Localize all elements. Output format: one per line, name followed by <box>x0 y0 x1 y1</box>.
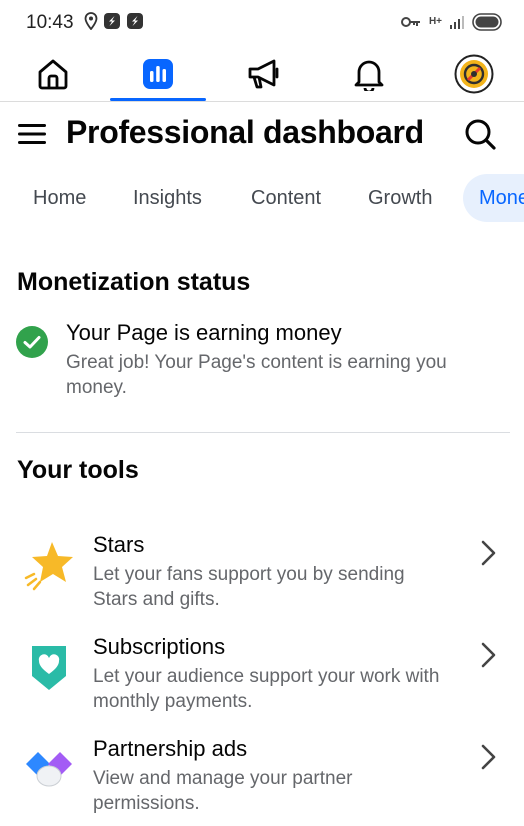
profile-avatar <box>454 54 494 94</box>
tool-name: Stars <box>93 532 145 557</box>
bell-icon <box>354 60 384 91</box>
megaphone-icon <box>248 59 279 89</box>
status-left-icons <box>84 12 144 30</box>
tool-description: Let your audience support your work with… <box>93 666 440 712</box>
nav-notifications[interactable] <box>321 46 417 102</box>
top-nav-bar <box>0 46 524 102</box>
search-button[interactable] <box>462 116 498 152</box>
tab-content[interactable]: Content <box>235 174 337 222</box>
tab-monetization[interactable]: Mone <box>463 174 524 222</box>
hamburger-menu-icon <box>18 124 46 144</box>
status-bar: 10:43 H+ <box>0 0 524 46</box>
chevron-right-icon <box>481 744 496 770</box>
page-header: Professional dashboard <box>0 104 524 166</box>
page-title: Professional dashboard <box>66 114 424 150</box>
home-icon <box>38 59 68 90</box>
tool-description: View and manage your partner permissions… <box>93 768 353 814</box>
tools-section-title: Your tools <box>17 456 139 484</box>
location-icon <box>84 12 98 30</box>
dashboard-tabs: Home Insights Content Growth Mone <box>0 174 524 224</box>
app-notification-icon <box>127 13 143 29</box>
menu-button[interactable] <box>16 118 48 150</box>
status-right-icons: H+ <box>400 13 502 31</box>
partnership-icon <box>26 752 72 787</box>
monetization-section-title: Monetization status <box>17 268 251 296</box>
tool-partnership-ads[interactable]: Partnership ads View and manage your par… <box>0 736 524 826</box>
tool-description: Let your fans support you by sending Sta… <box>93 564 405 610</box>
battery-icon <box>472 13 502 31</box>
search-icon <box>465 119 496 150</box>
vpn-key-icon <box>400 17 420 27</box>
heart-badge-icon <box>32 646 66 690</box>
check-circle-icon <box>16 326 48 358</box>
hplus-data-icon: H+ <box>428 16 442 27</box>
tool-stars[interactable]: Stars Let your fans support you by sendi… <box>0 532 524 628</box>
tool-subscriptions[interactable]: Subscriptions Let your audience support … <box>0 634 524 730</box>
tab-growth[interactable]: Growth <box>352 174 448 222</box>
status-heading: Your Page is earning money <box>66 320 342 345</box>
nav-profile[interactable] <box>426 46 522 102</box>
status-time: 10:43 <box>26 12 74 33</box>
app-notification-icon <box>104 13 120 29</box>
nav-active-indicator <box>110 98 206 101</box>
status-description: Great job! Your Page's content is earnin… <box>66 352 447 398</box>
chevron-right-icon <box>481 642 496 668</box>
tab-home[interactable]: Home <box>17 174 102 222</box>
nav-ads[interactable] <box>216 46 312 102</box>
signal-icon <box>450 16 464 29</box>
nav-home[interactable] <box>5 46 101 102</box>
tool-name: Partnership ads <box>93 736 248 761</box>
star-icon <box>24 542 73 591</box>
section-divider <box>16 432 510 433</box>
chevron-right-icon <box>481 540 496 566</box>
tool-name: Subscriptions <box>93 634 226 659</box>
nav-dashboard[interactable] <box>110 46 206 102</box>
dashboard-icon <box>143 59 173 89</box>
tab-insights[interactable]: Insights <box>117 174 218 222</box>
